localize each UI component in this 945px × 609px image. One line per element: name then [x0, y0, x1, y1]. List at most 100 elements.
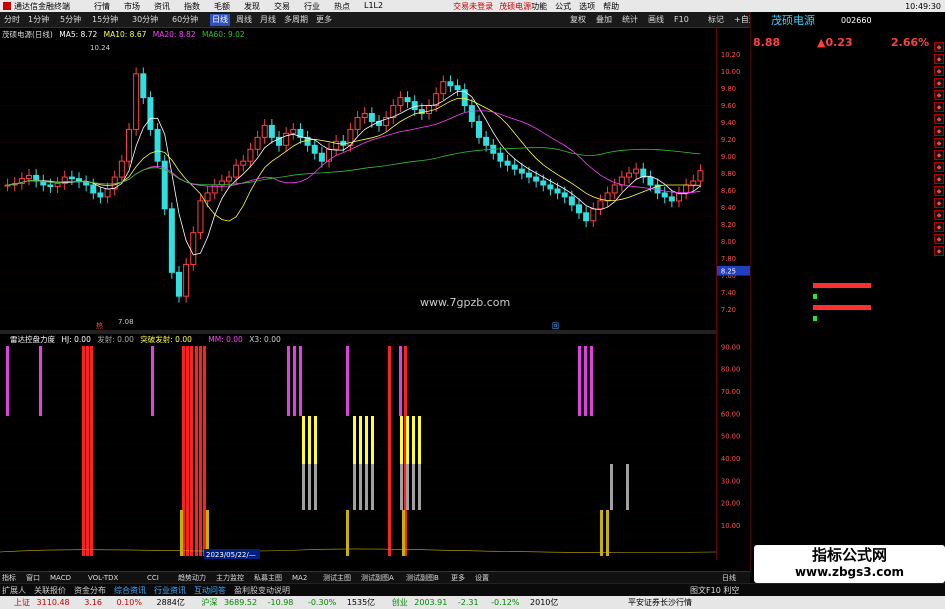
- bar-red: [199, 346, 202, 556]
- toolbar-button[interactable]: F10: [672, 14, 691, 26]
- sell-row[interactable]: [751, 67, 933, 78]
- sell-row[interactable]: [751, 56, 933, 67]
- period-tab[interactable]: 更多: [314, 14, 334, 26]
- menu-item[interactable]: 热点: [334, 1, 350, 12]
- toolbar-button[interactable]: 画线: [646, 14, 666, 26]
- side-button[interactable]: ◆: [934, 126, 944, 136]
- side-button[interactable]: ◆: [934, 162, 944, 172]
- indicator-chart[interactable]: 2023/05/22/—: [0, 346, 716, 560]
- side-button[interactable]: ◆: [934, 222, 944, 232]
- period-tab[interactable]: 周线: [234, 14, 254, 26]
- side-button[interactable]: ◆: [934, 174, 944, 184]
- tick-row: [751, 338, 933, 349]
- sh-value: 3110.48: [36, 598, 70, 607]
- period-tab[interactable]: 月线: [258, 14, 278, 26]
- buy-row[interactable]: [751, 157, 933, 168]
- sell-row[interactable]: [751, 78, 933, 89]
- menu-item[interactable]: 交易: [274, 1, 290, 12]
- candlestick-chart[interactable]: 10.24 7.08 www.7gpzb.com 热 回: [0, 42, 716, 330]
- side-button[interactable]: ◆: [934, 198, 944, 208]
- bar-yellow: [353, 416, 356, 464]
- side-button[interactable]: ◆: [934, 90, 944, 100]
- side-button[interactable]: ◆: [934, 150, 944, 160]
- period-tab[interactable]: 多周期: [282, 14, 310, 26]
- period-tab[interactable]: 5分钟: [58, 14, 83, 26]
- buy-row[interactable]: [751, 113, 933, 124]
- indicator-name[interactable]: 雷达控盘力度: [10, 335, 55, 344]
- menu-item[interactable]: 指数: [184, 1, 200, 12]
- toolbar-button[interactable]: 统计: [620, 14, 640, 26]
- fd-value: 发射: 0.00: [97, 335, 134, 344]
- menu-item[interactable]: 毛额: [214, 1, 230, 12]
- period-tab[interactable]: 15分钟: [90, 14, 120, 26]
- toolbar-button[interactable]: 复权: [568, 14, 588, 26]
- tab-bar-2: 扩展人 关联报价 资金分布 综合资讯 行业资讯 互动问答 盈利股变动说明 图文F10 利空: [0, 583, 945, 596]
- buy-row[interactable]: [751, 124, 933, 135]
- candle-body: [190, 232, 197, 265]
- side-button[interactable]: ◆: [934, 234, 944, 244]
- flow-row: [751, 302, 933, 313]
- right-menu-item[interactable]: 选项: [579, 1, 595, 12]
- price-row: 8.88 ▲0.23 2.66%: [751, 36, 933, 50]
- side-button[interactable]: ◆: [934, 246, 944, 256]
- toolbar-button[interactable]: 叠加: [594, 14, 614, 26]
- side-button[interactable]: ◆: [934, 42, 944, 52]
- period-tab[interactable]: 1分钟: [26, 14, 51, 26]
- sh-amount: 2884亿: [156, 598, 185, 607]
- brand-line1: 指标公式网: [811, 546, 887, 564]
- stat-row: [751, 183, 933, 194]
- side-button[interactable]: ◆: [934, 186, 944, 196]
- menu-item[interactable]: 市场: [124, 1, 140, 12]
- menu-item[interactable]: 资讯: [154, 1, 170, 12]
- side-button[interactable]: ◆: [934, 210, 944, 220]
- price-tick: 9.00: [721, 153, 736, 161]
- period-tab[interactable]: 分时: [2, 14, 22, 26]
- side-button[interactable]: ◆: [934, 66, 944, 76]
- candle-body: [354, 117, 361, 130]
- side-button[interactable]: ◆: [934, 114, 944, 124]
- side-button[interactable]: ◆: [934, 138, 944, 148]
- menu-item[interactable]: 行业: [304, 1, 320, 12]
- side-button[interactable]: ◆: [934, 102, 944, 112]
- candle-body: [661, 192, 668, 198]
- broker-name[interactable]: 平安证券长沙行情: [628, 596, 692, 609]
- buy-row[interactable]: [751, 146, 933, 157]
- toolbar-button[interactable]: 标记: [706, 14, 726, 26]
- candle-body: [33, 174, 40, 182]
- menu-item[interactable]: 发现: [244, 1, 260, 12]
- right-menu: 功能 公式 选项 帮助: [531, 1, 619, 12]
- candle-body: [326, 148, 332, 162]
- side-button[interactable]: ◆: [934, 78, 944, 88]
- bar-yellow: [371, 416, 374, 464]
- side-button[interactable]: ◆: [934, 54, 944, 64]
- tick-row: [751, 476, 933, 487]
- sell-row[interactable]: [751, 89, 933, 100]
- right-menu-item[interactable]: 公式: [555, 1, 571, 12]
- indicator-tabs: 指标 窗口 MACD VOL-TDX CCI 趋势动力 主力监控 私募主图 MA2 测试主图 测试副…: [0, 571, 750, 583]
- flow-bar: [813, 294, 817, 299]
- bar-magenta: [151, 346, 154, 416]
- menu-item[interactable]: L1L2: [364, 1, 383, 12]
- bar-red: [388, 346, 391, 556]
- period-tab[interactable]: 30分钟: [130, 14, 160, 26]
- buy-row[interactable]: [751, 135, 933, 146]
- sell-row[interactable]: [751, 100, 933, 111]
- menu-item[interactable]: 行情: [94, 1, 110, 12]
- tick-row: [751, 361, 933, 372]
- candle-body: [597, 200, 604, 210]
- period-tab[interactable]: 60分钟: [170, 14, 200, 26]
- candle-body: [254, 136, 261, 150]
- period-tab[interactable]: 日线: [210, 14, 230, 26]
- price-tick: 10.00: [721, 68, 740, 76]
- right-menu-item[interactable]: 功能: [531, 1, 547, 12]
- right-menu-item[interactable]: 帮助: [603, 1, 619, 12]
- bar-gray: [314, 464, 317, 510]
- ma10-line: [7, 98, 701, 222]
- stat-row: [751, 216, 933, 227]
- candle-body: [504, 160, 511, 166]
- stock-name[interactable]: 茂硕电源: [771, 14, 815, 28]
- stock-alert[interactable]: 茂硕电源: [499, 1, 531, 12]
- bar-red: [90, 346, 93, 556]
- stat-row: [751, 205, 933, 216]
- trade-status[interactable]: 交易未登录: [453, 1, 493, 12]
